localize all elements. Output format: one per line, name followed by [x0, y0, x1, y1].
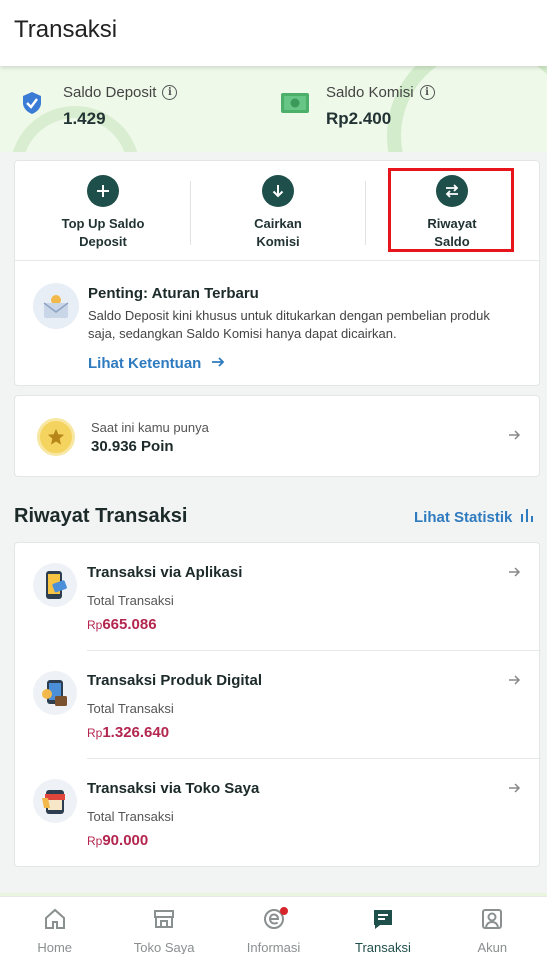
nav-transaksi[interactable]: Transaksi	[328, 897, 437, 954]
divider	[190, 181, 191, 245]
notice-title: Penting: Aturan Terbaru	[88, 285, 259, 302]
trx-title: Transaksi Produk Digital	[87, 672, 263, 689]
list-item[interactable]: Transaksi Produk Digital Total Transaksi…	[15, 651, 541, 759]
cairkan-komisi-button[interactable]: Cairkan Komisi	[203, 171, 353, 259]
top-up-deposit-label: Top Up Saldo Deposit	[61, 216, 145, 249]
poin-subtitle: Saat ini kamu punya	[91, 420, 209, 435]
store-icon	[33, 779, 77, 823]
info-icon[interactable]: i	[162, 85, 178, 100]
currency: Rp	[87, 726, 103, 740]
nav-label: Akun	[477, 940, 508, 954]
shield-check-icon	[20, 91, 44, 120]
lihat-ketentuan-label: Lihat Ketentuan	[88, 355, 202, 372]
saldo-deposit[interactable]: Saldo Deposit i 1.429	[63, 84, 178, 129]
saldo-summary: Saldo Deposit i 1.429 Saldo Komisi i Rp2.4…	[0, 66, 547, 152]
saldo-komisi[interactable]: Saldo Komisi i Rp2.400	[326, 84, 435, 129]
trx-amount: Rp665.086	[87, 616, 157, 633]
riwayat-transaksi-title: Riwayat Transaksi	[14, 505, 188, 527]
saldo-komisi-label: Saldo Komisi	[326, 84, 414, 101]
nav-label: Home	[37, 940, 73, 954]
saldo-deposit-label: Saldo Deposit	[63, 84, 157, 101]
currency: Rp	[87, 834, 103, 848]
riwayat-transaksi-list: Transaksi via Aplikasi Total Transaksi R…	[14, 542, 541, 867]
amount-value: 1.326.640	[102, 724, 170, 741]
nav-label: Toko Saya	[133, 940, 195, 954]
plus-icon	[87, 175, 119, 207]
list-item[interactable]: Transaksi via Aplikasi Total Transaksi R…	[15, 543, 541, 651]
info-e-icon	[262, 909, 286, 935]
saldo-actions-card: Top Up Saldo Deposit Cairkan Komisi Riwa…	[14, 160, 540, 386]
top-up-deposit-button[interactable]: Top Up Saldo Deposit	[28, 171, 178, 259]
phone-card-icon	[33, 563, 77, 607]
nav-label: Transaksi	[354, 940, 411, 954]
lihat-statistik-label: Lihat Statistik	[414, 508, 513, 526]
lihat-statistik-link[interactable]: Lihat Statistik	[414, 508, 534, 526]
nav-akun[interactable]: Akun	[438, 897, 547, 954]
arrow-right-icon	[508, 565, 521, 583]
currency: Rp	[87, 618, 103, 632]
trx-title: Transaksi via Aplikasi	[87, 564, 243, 581]
trx-subtitle: Total Transaksi	[87, 593, 174, 608]
lihat-ketentuan-link[interactable]: Lihat Ketentuan	[88, 355, 225, 372]
saldo-deposit-value: 1.429	[63, 109, 106, 128]
list-item[interactable]: Transaksi via Toko Saya Total Transaksi …	[15, 759, 541, 867]
arrow-right-icon	[211, 355, 225, 372]
bottom-navigation: Home Toko Saya Informasi Transaksi Akun	[0, 896, 547, 954]
bar-chart-icon	[520, 508, 534, 526]
page-title: Transaksi	[14, 16, 118, 43]
trx-subtitle: Total Transaksi	[87, 701, 174, 716]
trx-amount: Rp1.326.640	[87, 724, 169, 741]
arrow-right-icon	[508, 781, 521, 799]
nav-home[interactable]: Home	[0, 897, 109, 954]
amount-value: 90.000	[102, 832, 149, 849]
envelope-icon	[33, 283, 79, 329]
cairkan-komisi-label: Cairkan Komisi	[254, 216, 302, 249]
divider	[365, 181, 366, 245]
amount-value: 665.086	[102, 616, 157, 633]
trx-amount: Rp90.000	[87, 832, 148, 849]
nav-label: Informasi	[246, 940, 301, 954]
digital-product-icon	[33, 671, 77, 715]
info-icon[interactable]: i	[419, 85, 435, 100]
saldo-komisi-value: Rp2.400	[326, 109, 392, 128]
receipt-icon	[371, 910, 395, 935]
star-coin-icon	[37, 418, 75, 456]
app-bar: Transaksi	[0, 0, 547, 66]
highlight-box	[388, 168, 514, 252]
notice-body: Saldo Deposit kini khusus untuk ditukark…	[88, 308, 490, 341]
nav-informasi[interactable]: Informasi	[219, 897, 328, 954]
arrow-right-icon	[508, 673, 521, 691]
poin-value: 30.936 Poin	[91, 438, 174, 455]
account-icon	[480, 909, 504, 935]
arrow-right-icon	[508, 428, 521, 446]
trx-title: Transaksi via Toko Saya	[87, 780, 260, 797]
home-icon	[43, 908, 67, 935]
trx-subtitle: Total Transaksi	[87, 809, 174, 824]
store-icon	[152, 910, 176, 935]
arrow-down-icon	[262, 175, 294, 207]
money-icon	[281, 93, 309, 118]
divider	[15, 260, 539, 261]
notification-dot	[279, 907, 288, 915]
poin-card[interactable]: Saat ini kamu punya 30.936 Poin	[14, 395, 540, 477]
nav-toko-saya[interactable]: Toko Saya	[109, 897, 218, 954]
